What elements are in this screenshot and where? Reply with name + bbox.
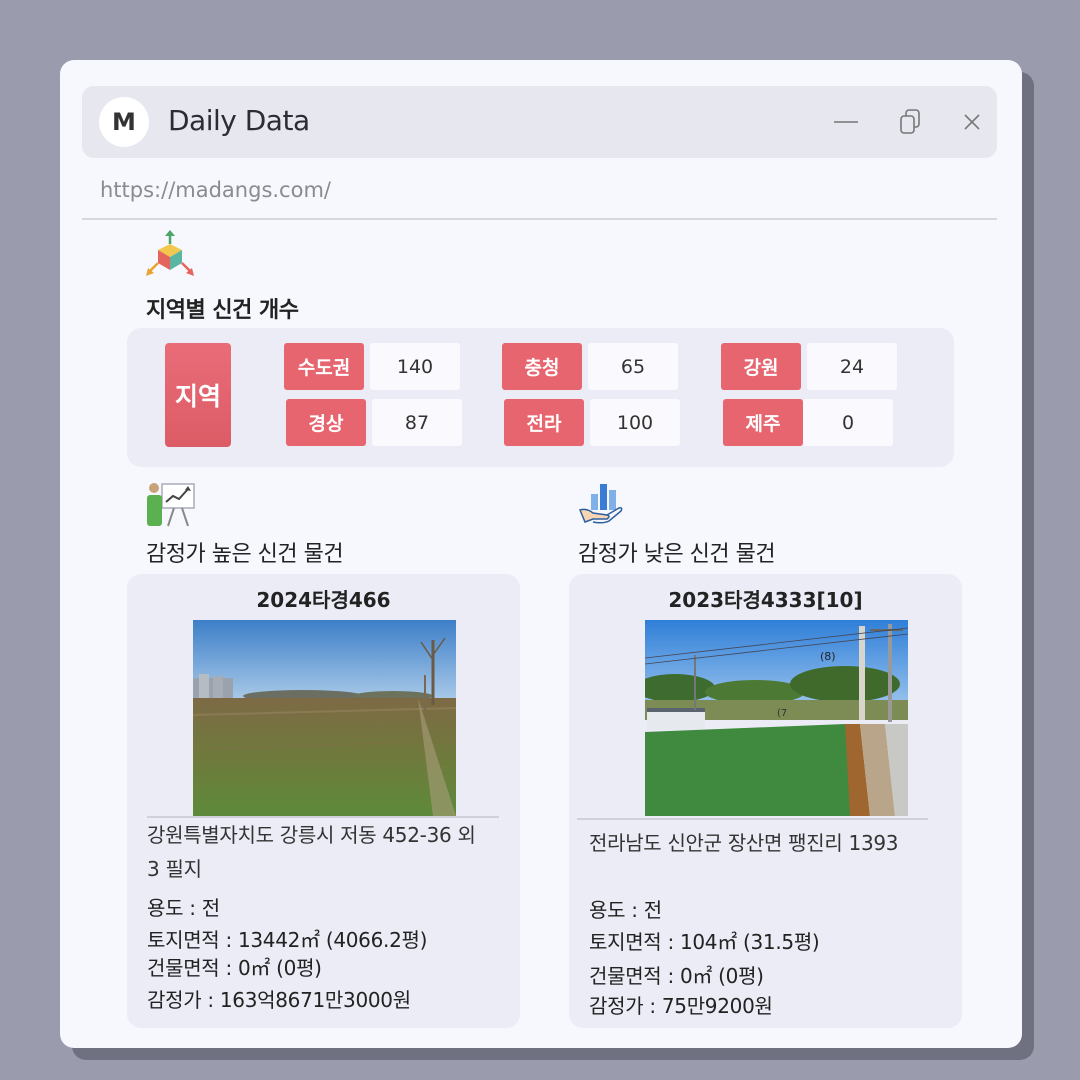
close-icon [964, 114, 980, 130]
high-section-title: 감정가 높은 신건 물건 [146, 542, 344, 567]
region-label-gyeongsang: 경상 [286, 399, 366, 446]
low-building-area: 건물면적 : 0㎡ (0평) [589, 964, 764, 988]
high-case-number[interactable]: 2024타경466 [127, 584, 520, 613]
region-label-gangwon: 강원 [721, 343, 801, 390]
low-property-photo[interactable]: (8) (7 [645, 620, 908, 816]
close-button[interactable] [956, 106, 988, 138]
low-usage: 용도 : 전 [589, 898, 662, 922]
high-address: 강원특별자치도 강릉시 저동 452-36 외 3 필지 [147, 818, 507, 886]
high-address-line1: 강원특별자치도 강릉시 저동 452-36 외 [147, 823, 476, 847]
title-bar: M Daily Data [82, 86, 997, 158]
region-count-jeju: 0 [803, 399, 893, 446]
region-count-sudogwon: 140 [370, 343, 460, 390]
high-address-line2: 3 필지 [147, 857, 202, 881]
photo-label-7: (7 [777, 708, 787, 719]
high-land-area: 토지면적 : 13442㎡ (4066.2평) [147, 928, 428, 952]
low-case-number[interactable]: 2023타경4333[10] [569, 584, 962, 613]
url-text[interactable]: https://madangs.com/ [100, 178, 331, 202]
low-section-title: 감정가 낮은 신건 물건 [578, 542, 776, 567]
high-property-photo[interactable] [193, 620, 456, 816]
region-label-chungcheong: 충청 [502, 343, 582, 390]
region-label-jeju: 제주 [723, 399, 803, 446]
low-card-divider [577, 818, 928, 820]
high-building-area: 건물면적 : 0㎡ (0평) [147, 956, 322, 980]
photo-label-8: (8) [820, 650, 836, 663]
region-panel: 지역 수도권 140 충청 65 강원 24 경상 87 전라 100 제주 0 [127, 328, 954, 467]
presentation-chart-icon [144, 478, 196, 530]
minimize-icon [834, 121, 858, 123]
hand-bar-chart-icon [577, 480, 625, 528]
region-count-gangwon: 24 [807, 343, 897, 390]
app-window: M Daily Data https://madangs.com/ 지역별 신건… [60, 60, 1022, 1048]
minimize-button[interactable] [830, 106, 862, 138]
region-main-label: 지역 [165, 343, 231, 447]
restore-button[interactable] [895, 106, 927, 138]
region-count-gyeongsang: 87 [372, 399, 462, 446]
low-land-area: 토지면적 : 104㎡ (31.5평) [589, 930, 820, 954]
high-usage: 용도 : 전 [147, 896, 220, 920]
region-label-sudogwon: 수도권 [284, 343, 364, 390]
copy-window-icon [900, 109, 920, 134]
low-appraisal: 감정가 : 75만9200원 [589, 994, 773, 1018]
low-address: 전라남도 신안군 장산면 팽진리 1393 [589, 831, 899, 855]
high-property-card[interactable]: 2024타경466 강원특별자치도 강릉시 저동 452-36 외 3 필지 용… [127, 574, 520, 1028]
region-count-jeolla: 100 [590, 399, 680, 446]
region-cube-icon [144, 230, 196, 282]
region-label-jeolla: 전라 [504, 399, 584, 446]
high-appraisal: 감정가 : 163억8671만3000원 [147, 988, 411, 1012]
url-divider [82, 218, 997, 220]
low-property-card[interactable]: 2023타경4333[10] (8) (7 전라남도 신안군 장산면 팽진리 1… [569, 574, 962, 1028]
app-title: Daily Data [168, 104, 310, 137]
region-section-title: 지역별 신건 개수 [146, 298, 299, 323]
app-logo: M [99, 97, 149, 147]
region-count-chungcheong: 65 [588, 343, 678, 390]
